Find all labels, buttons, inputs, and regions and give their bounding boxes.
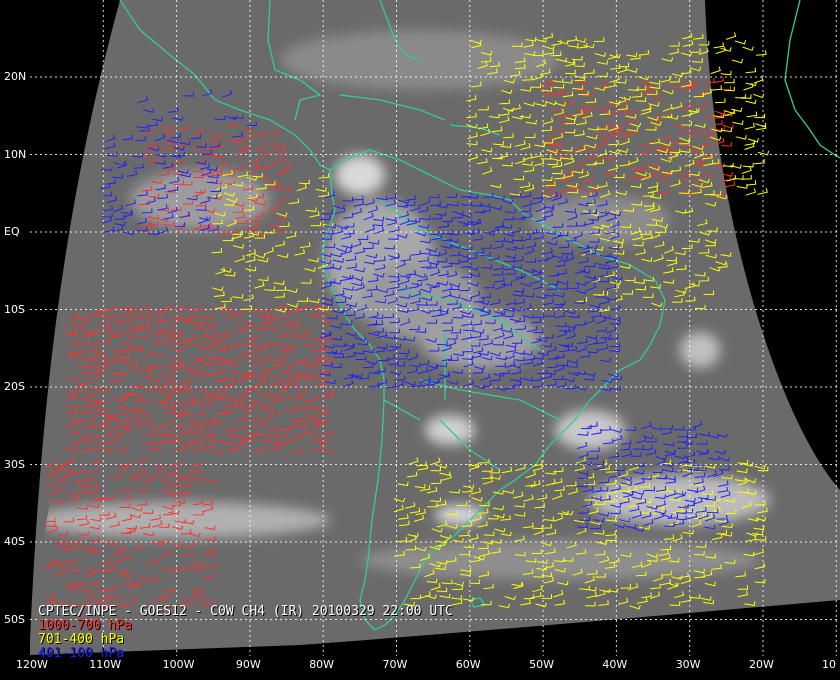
wind-barb bbox=[715, 46, 727, 54]
map-canvas bbox=[0, 0, 840, 656]
wind-barb bbox=[745, 67, 757, 74]
wind-barb bbox=[724, 78, 735, 84]
wind-barb bbox=[730, 164, 742, 169]
satellite-map: 20N 10N EQ 10S 20S 30S 40S 50S 120W 110W 100W 90W 8… bbox=[0, 0, 840, 680]
longitude-label: 90W bbox=[235, 658, 261, 671]
latitude-label: 10S bbox=[4, 302, 25, 316]
longitude-label: 20W bbox=[749, 658, 774, 671]
wind-barb bbox=[745, 188, 757, 196]
wind-barb bbox=[711, 85, 722, 91]
latitude-label: 20S bbox=[4, 380, 25, 393]
wind-barb bbox=[734, 39, 747, 45]
wind-barb bbox=[713, 76, 725, 84]
longitude-label: 60W bbox=[455, 658, 481, 671]
longitude-label: 80W bbox=[309, 658, 335, 671]
wind-barb bbox=[753, 75, 764, 84]
longitude-label: 30W bbox=[675, 658, 701, 671]
wind-barb bbox=[754, 122, 767, 128]
wind-barb bbox=[735, 135, 747, 140]
wind-barb bbox=[724, 181, 736, 188]
longitude-label: 70W bbox=[382, 658, 408, 671]
wind-barb bbox=[741, 166, 752, 174]
wind-barb bbox=[752, 93, 765, 99]
wind-barb bbox=[757, 188, 768, 195]
wind-barb bbox=[726, 32, 737, 40]
coastline-africa bbox=[784, 0, 840, 159]
axis-strip bbox=[0, 656, 840, 680]
image-title: CPTEC/INPE - GOES12 - C0W CH4 (IR) 20100… bbox=[38, 604, 453, 619]
wind-barb bbox=[732, 175, 744, 180]
wind-barb bbox=[742, 162, 754, 168]
wind-barb bbox=[747, 138, 759, 143]
longitude-label: 50W bbox=[529, 658, 554, 671]
wind-barb bbox=[710, 66, 721, 75]
wind-barb bbox=[713, 42, 725, 49]
wind-barb bbox=[714, 98, 726, 104]
wind-barb bbox=[731, 58, 744, 64]
longitude-label: 10 bbox=[822, 658, 836, 671]
latitude-label: 40S bbox=[4, 535, 25, 548]
longitude-label: 40W bbox=[602, 658, 628, 671]
wind-barb bbox=[742, 46, 754, 51]
wind-barb bbox=[744, 122, 755, 130]
wind-barb bbox=[720, 85, 731, 91]
longitude-label: 100W bbox=[162, 658, 195, 671]
wind-barb bbox=[714, 109, 726, 115]
wind-barb bbox=[746, 111, 758, 118]
legend-low-level: 1000-700 hPa bbox=[38, 618, 132, 633]
legend-high-level: 401-100 hPa bbox=[38, 646, 125, 661]
latitude-label: 50S bbox=[4, 612, 25, 626]
wind-barb bbox=[745, 99, 757, 105]
wind-barb bbox=[721, 142, 732, 147]
wind-barb bbox=[731, 107, 743, 113]
latitude-label: 30S bbox=[4, 457, 25, 471]
wind-barb bbox=[755, 50, 767, 56]
wind-barb bbox=[732, 120, 744, 125]
legend-mid-level: 701-400 hPa bbox=[38, 632, 125, 647]
latitude-label: 10N bbox=[4, 147, 27, 161]
wind-barb bbox=[720, 70, 732, 76]
latitude-label: 20N bbox=[4, 70, 27, 83]
wind-barb bbox=[724, 86, 735, 92]
latitude-label: EQ bbox=[4, 225, 20, 238]
